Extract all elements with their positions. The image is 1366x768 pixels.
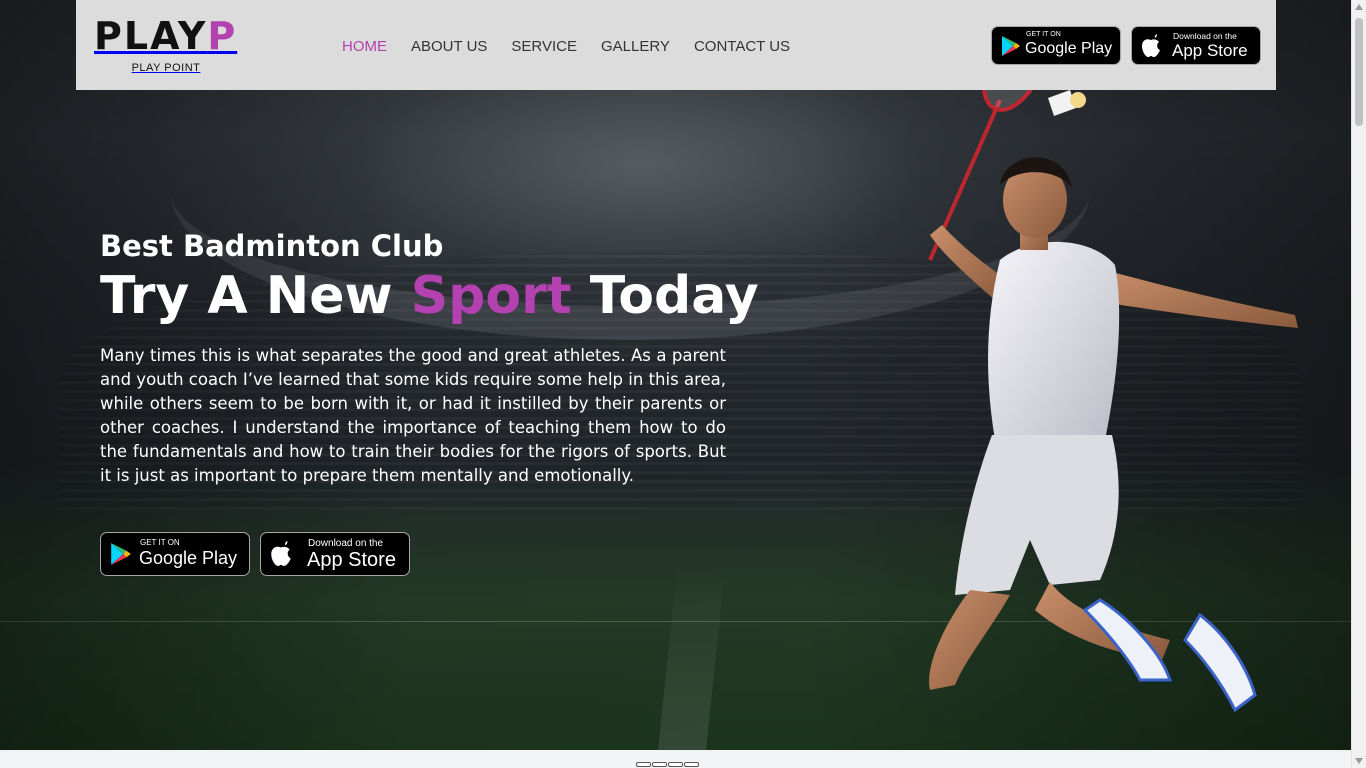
header-google-play-button[interactable]: GET IT ON Google Play — [991, 26, 1121, 65]
top-navbar: PLAYP PLAY POINT HOME ABOUT US SERVICE G… — [76, 0, 1276, 90]
google-play-small-text: GET IT ON — [1026, 31, 1061, 38]
nav-link-about-us[interactable]: ABOUT US — [411, 38, 487, 55]
nav-item-home: HOME — [342, 36, 387, 55]
apple-icon — [271, 541, 291, 566]
hero-app-store-button[interactable]: Download on the App Store — [260, 532, 410, 576]
brand-logo[interactable]: PLAYP PLAY POINT — [94, 14, 242, 74]
slider-dot-3[interactable] — [668, 762, 683, 767]
logo-wordmark: PLAYP — [94, 14, 242, 58]
main-nav: HOME ABOUT US SERVICE GALLERY CONTACT US — [342, 36, 790, 55]
nav-item-service: SERVICE — [511, 36, 577, 55]
headline-part-1: Try A New — [100, 266, 411, 326]
logo-name: PLAY — [94, 14, 208, 58]
page-scrollbar[interactable] — [1351, 0, 1366, 768]
scroll-up-arrow-icon[interactable] — [1355, 4, 1363, 10]
hero-subtitle: Best Badminton Club — [100, 229, 444, 263]
app-store-small-text: Download on the — [308, 538, 384, 549]
google-play-big-text: Google Play — [139, 548, 238, 568]
google-play-icon — [111, 543, 131, 565]
logo-tagline: PLAY POINT — [131, 62, 201, 74]
google-play-icon — [1002, 35, 1020, 56]
google-play-big-text: Google Play — [1025, 40, 1113, 57]
hero-google-play-button[interactable]: GET IT ON Google Play — [100, 532, 250, 576]
google-play-small-text: GET IT ON — [140, 538, 180, 547]
slider-dot-2[interactable] — [652, 762, 667, 767]
nav-item-gallery: GALLERY — [601, 36, 670, 55]
nav-link-home[interactable]: HOME — [342, 38, 387, 55]
slider-indicators — [636, 762, 699, 767]
header-app-store-button[interactable]: Download on the App Store — [1131, 26, 1261, 65]
hero-description: Many times this is what separates the go… — [100, 346, 726, 485]
nav-item-about: ABOUT US — [411, 36, 487, 55]
app-store-small-text: Download on the — [1173, 31, 1237, 41]
nav-link-gallery[interactable]: GALLERY — [601, 38, 670, 55]
hero-content: Best Badminton Club Try A New Sport Toda… — [100, 226, 759, 488]
app-store-big-text: App Store — [307, 549, 396, 571]
hero-headline: Try A New Sport Today — [100, 264, 759, 328]
nav-item-contact: CONTACT US — [694, 36, 790, 55]
scroll-down-arrow-icon[interactable] — [1355, 758, 1363, 764]
badminton-player-image — [928, 70, 1298, 713]
apple-icon — [1142, 33, 1160, 57]
app-store-big-text: App Store — [1172, 41, 1248, 60]
scrollbar-thumb[interactable] — [1355, 18, 1363, 126]
nav-link-service[interactable]: SERVICE — [511, 38, 577, 55]
slider-dot-4[interactable] — [684, 762, 699, 767]
slider-dot-1[interactable] — [636, 762, 651, 767]
headline-accent: Sport — [410, 266, 572, 326]
logo-name-accent: P — [207, 14, 238, 58]
headline-part-2: Today — [571, 266, 759, 326]
nav-link-contact-us[interactable]: CONTACT US — [694, 38, 790, 55]
